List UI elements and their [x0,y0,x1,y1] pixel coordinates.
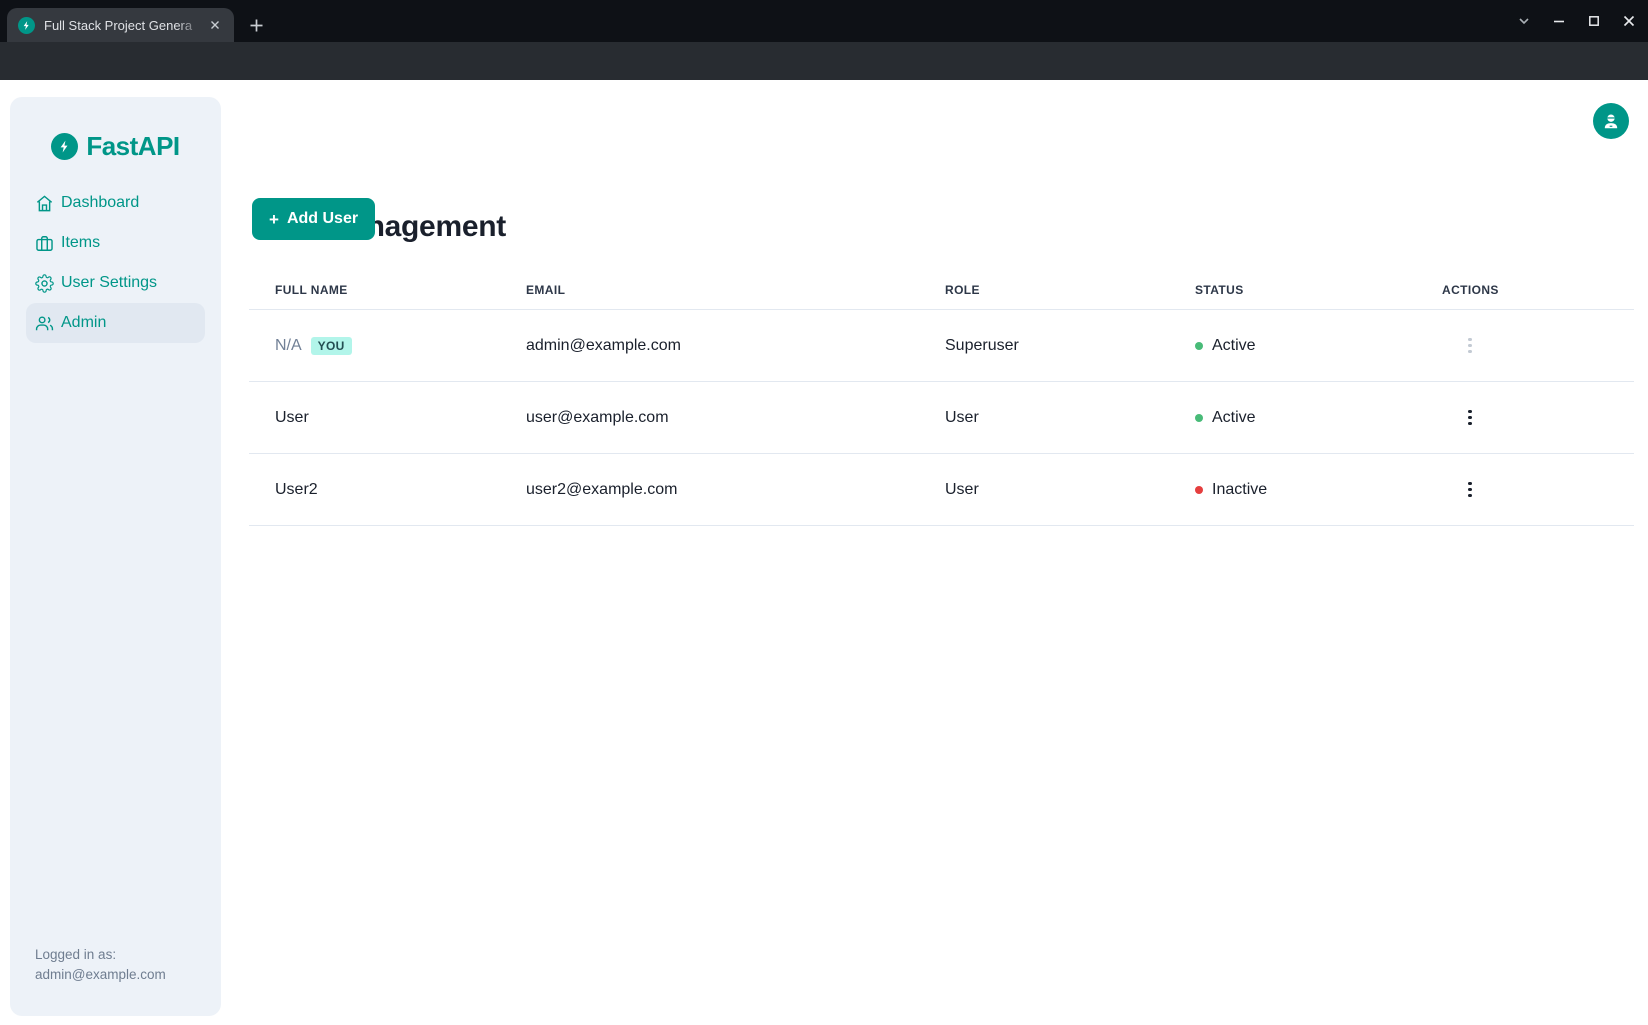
plus-icon: + [269,211,279,228]
col-header-actions: ACTIONS [1416,270,1634,309]
cell-status: Inactive [1169,454,1416,525]
fastapi-bolt-icon [51,133,78,160]
sidebar-item-user-settings[interactable]: User Settings [26,263,205,303]
table-header-row: FULL NAME EMAIL ROLE STATUS ACTIONS [249,270,1634,310]
status-dot [1195,342,1203,350]
status-value: Inactive [1212,481,1267,499]
col-header-full-name: FULL NAME [249,270,500,309]
user-menu-button[interactable] [1593,103,1629,139]
cell-role: Superuser [919,310,1169,381]
cell-status: Active [1169,382,1416,453]
tab-title: Full Stack Project Genera [44,18,204,33]
status-value: Active [1212,337,1256,355]
cell-actions [1416,310,1634,381]
col-header-role: ROLE [919,270,1169,309]
user-avatar-icon [1601,111,1621,131]
logged-in-email: admin@example.com [35,965,166,985]
minimize-icon[interactable] [1550,12,1568,30]
status-dot [1195,486,1203,494]
status-value: Active [1212,409,1256,427]
cell-full-name: N/A YOU [249,310,500,381]
cell-email: user2@example.com [500,454,919,525]
sidebar-item-label: User Settings [61,274,157,292]
full-name-value: N/A [275,337,302,355]
add-user-button[interactable]: + Add User [252,198,375,240]
row-actions-menu-icon[interactable] [1462,404,1478,432]
col-header-status: STATUS [1169,270,1416,309]
sidebar-item-label: Dashboard [61,194,139,212]
maximize-icon[interactable] [1585,12,1603,30]
logged-in-label: Logged in as: [35,945,166,965]
table-row: User2 user2@example.com User Inactive [249,454,1634,526]
logged-in-info: Logged in as: admin@example.com [35,945,166,985]
sidebar-item-items[interactable]: Items [26,223,205,263]
status-dot [1195,414,1203,422]
home-icon [35,194,54,213]
window-controls [1515,0,1638,42]
table-row: N/A YOU admin@example.com Superuser Acti… [249,310,1634,382]
gear-icon [35,274,54,293]
cell-actions [1416,454,1634,525]
cell-email: user@example.com [500,382,919,453]
tab-close-icon[interactable] [206,16,224,34]
sidebar-item-label: Items [61,234,100,252]
browser-tab[interactable]: Full Stack Project Genera [7,8,234,42]
cell-full-name: User [249,382,500,453]
logo-text: FastAPI [86,131,179,162]
page-content: FastAPI Dashboard Items User Settings Ad… [0,80,1648,1025]
cell-role: User [919,382,1169,453]
add-user-label: Add User [287,210,358,228]
cell-status: Active [1169,310,1416,381]
row-actions-menu-icon[interactable] [1462,332,1478,360]
briefcase-icon [35,234,54,253]
sidebar-item-label: Admin [61,314,106,332]
cell-full-name: User2 [249,454,500,525]
users-icon [35,314,54,333]
sidebar-item-dashboard[interactable]: Dashboard [26,183,205,223]
browser-titlebar: Full Stack Project Genera [0,0,1648,42]
tab-search-chevron-icon[interactable] [1515,12,1533,30]
col-header-email: EMAIL [500,270,919,309]
users-table: FULL NAME EMAIL ROLE STATUS ACTIONS N/A … [249,270,1634,526]
sidebar: FastAPI Dashboard Items User Settings Ad… [10,97,221,1016]
row-actions-menu-icon[interactable] [1462,476,1478,504]
cell-actions [1416,382,1634,453]
sidebar-nav: Dashboard Items User Settings Admin [26,183,205,343]
sidebar-item-admin[interactable]: Admin [26,303,205,343]
cell-email: admin@example.com [500,310,919,381]
new-tab-button[interactable] [243,12,269,38]
table-row: User user@example.com User Active [249,382,1634,454]
fastapi-logo: FastAPI [10,131,221,161]
browser-toolbar: localhost/admin 1 [0,42,1648,80]
close-window-icon[interactable] [1620,12,1638,30]
fastapi-favicon-icon [18,17,35,34]
you-badge: YOU [311,337,352,355]
cell-role: User [919,454,1169,525]
